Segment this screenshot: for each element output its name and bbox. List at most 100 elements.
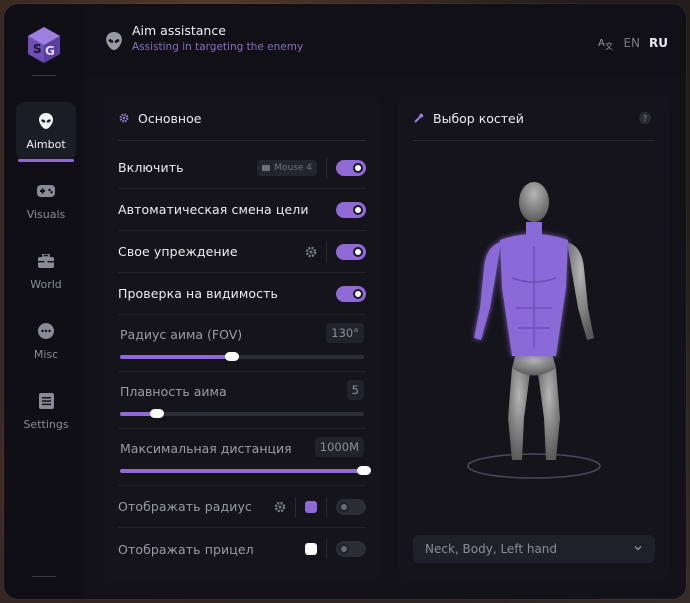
enable-label: Включить — [118, 160, 184, 175]
gamepad-icon — [37, 182, 55, 200]
page-title: Aim assistance — [132, 23, 226, 38]
gear-icon — [118, 112, 130, 124]
prediction-row: Свое упреждение — [118, 231, 366, 273]
smooth-slider-row: Плавность аима 5 — [118, 372, 366, 429]
show-radius-row: Отображать радиус — [118, 486, 366, 528]
header: Aim assistance Assisting in targeting th… — [84, 4, 686, 76]
lang-ru-button[interactable]: RU — [649, 36, 668, 50]
logo-icon: S G — [28, 27, 60, 63]
bone-select-value: Neck, Body, Left hand — [425, 542, 558, 556]
sidebar-item-aimbot[interactable]: Aimbot — [16, 102, 76, 162]
bone-icon — [413, 112, 425, 124]
settings-list-icon — [37, 392, 55, 410]
right-leg[interactable] — [538, 368, 560, 460]
fov-label: Радиус аима (FOV) — [120, 327, 243, 342]
language-switcher: A文 EN RU — [598, 36, 668, 50]
bones-panel: Выбор костей ? Neck, Body, Left hand — [399, 96, 669, 581]
smooth-value[interactable]: 5 — [346, 380, 364, 400]
sidebar-item-label: Visuals — [26, 207, 66, 221]
chat-bubble-icon — [37, 322, 55, 340]
visibility-row: Проверка на видимость — [118, 273, 366, 315]
divider — [326, 496, 327, 517]
sidebar-item-label: Misc — [33, 347, 59, 361]
briefcase-icon — [37, 252, 55, 270]
distance-label: Максимальная дистанция — [120, 441, 292, 456]
divider — [326, 241, 327, 262]
distance-value[interactable]: 1000M — [314, 437, 364, 457]
radius-color-swatch[interactable] — [305, 500, 317, 513]
divider — [326, 157, 327, 178]
bone-select-dropdown[interactable]: Neck, Body, Left hand — [413, 535, 655, 563]
body-model — [467, 182, 601, 479]
right-hand[interactable] — [567, 242, 594, 340]
svg-text:A: A — [598, 38, 605, 49]
prediction-label: Свое упреждение — [118, 244, 238, 259]
keyboard-icon — [262, 164, 271, 171]
app-window: S G Aimbot Visuals World Misc Settings A… — [4, 4, 686, 599]
slider-knob[interactable] — [225, 352, 240, 361]
enable-toggle[interactable] — [336, 159, 366, 176]
show-crosshair-label: Отображать прицел — [118, 541, 254, 557]
svg-text:G: G — [45, 44, 55, 58]
sidebar-item-label: World — [30, 277, 62, 291]
distance-slider-row: Максимальная дистанция 1000M — [118, 429, 371, 486]
base-ring — [467, 453, 601, 479]
svg-text:文: 文 — [605, 41, 613, 50]
panel-title: Выбор костей — [433, 110, 524, 126]
alien-icon — [106, 32, 122, 50]
gear-icon[interactable] — [274, 501, 286, 513]
fov-slider-row: Радиус аима (FOV) 130° — [118, 315, 366, 372]
visibility-label: Проверка на видимость — [118, 286, 278, 301]
sidebar-item-label: Settings — [23, 417, 69, 431]
distance-slider[interactable] — [120, 466, 371, 475]
translate-icon[interactable]: A文 — [598, 36, 614, 50]
left-leg[interactable] — [508, 368, 530, 460]
panel-title: Основное — [138, 110, 202, 126]
show-crosshair-toggle[interactable] — [336, 541, 366, 557]
fov-value[interactable]: 130° — [326, 323, 364, 343]
head[interactable] — [519, 182, 549, 222]
sidebar-item-settings[interactable]: Settings — [16, 382, 76, 440]
enable-row: Включить Mouse 4 — [118, 147, 366, 189]
crosshair-color-swatch[interactable] — [305, 543, 317, 555]
sidebar-item-misc[interactable]: Misc — [16, 312, 76, 370]
gear-icon[interactable] — [305, 246, 317, 258]
smooth-slider[interactable] — [120, 409, 364, 418]
show-radius-label: Отображать радиус — [118, 499, 252, 514]
visibility-toggle[interactable] — [336, 285, 366, 302]
keybind-label: Mouse 4 — [274, 162, 312, 173]
divider — [295, 496, 296, 517]
keybind-badge[interactable]: Mouse 4 — [257, 159, 317, 176]
main-settings-panel: Основное Включить Mouse 4 Автоматическая… — [104, 96, 380, 581]
svg-text:S: S — [33, 42, 42, 56]
smooth-label: Плавность аима — [120, 384, 227, 399]
auto-switch-row: Автоматическая смена цели — [118, 189, 366, 231]
slider-knob[interactable] — [357, 466, 371, 475]
page-subtitle: Assisting in targeting the enemy — [132, 41, 304, 53]
sidebar-item-label: Aimbot — [26, 137, 66, 151]
sidebar: S G Aimbot Visuals World Misc Settings — [4, 4, 84, 599]
divider — [326, 539, 327, 559]
prediction-toggle[interactable] — [336, 243, 366, 260]
neck[interactable] — [526, 222, 542, 238]
chevron-down-icon — [634, 545, 642, 551]
sidebar-item-world[interactable]: World — [16, 242, 76, 300]
slider-fill — [120, 469, 364, 473]
slider-fill — [120, 355, 233, 359]
auto-switch-label: Автоматическая смена цели — [118, 202, 309, 217]
alien-icon — [37, 112, 55, 130]
auto-switch-toggle[interactable] — [336, 201, 366, 218]
main-content: Основное Включить Mouse 4 Автоматическая… — [84, 76, 686, 599]
panel-header: Выбор костей ? — [413, 96, 655, 141]
slider-knob[interactable] — [149, 409, 164, 418]
show-radius-toggle[interactable] — [336, 498, 366, 515]
lang-en-button[interactable]: EN — [623, 36, 640, 50]
fov-slider[interactable] — [120, 352, 364, 361]
help-icon[interactable]: ? — [639, 112, 651, 124]
left-hand[interactable] — [474, 242, 501, 340]
sidebar-bottom-divider — [32, 576, 56, 577]
show-crosshair-row: Отображать прицел — [118, 528, 366, 570]
panel-header: Основное — [118, 96, 366, 141]
sidebar-item-visuals[interactable]: Visuals — [16, 172, 76, 230]
logo-divider — [32, 75, 56, 76]
